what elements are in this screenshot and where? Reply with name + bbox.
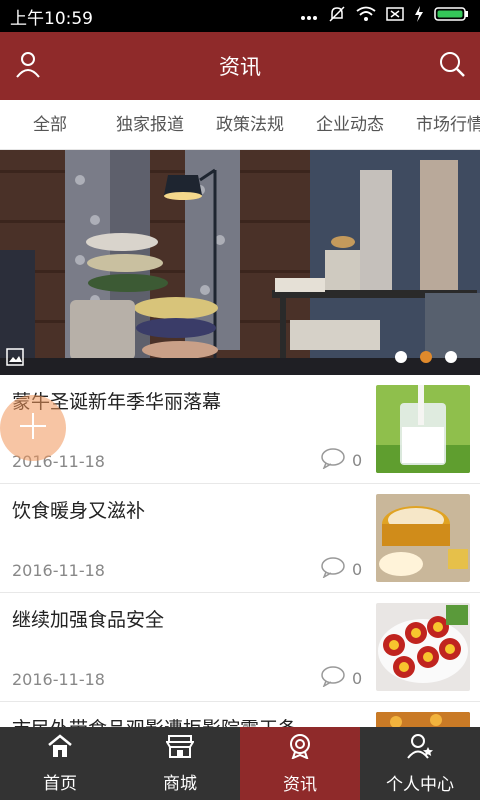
bottom-nav: 首页 商城 资讯 个人中心 — [0, 727, 480, 800]
user-icon[interactable] — [14, 50, 42, 82]
article-title: 市民外带食品观影遭拒影院霸王条 — [12, 714, 362, 727]
comment-count: 0 — [320, 447, 362, 473]
badge-icon — [287, 733, 313, 764]
list-item[interactable]: 市民外带食品观影遭拒影院霸王条 — [0, 702, 480, 727]
search-icon[interactable] — [438, 50, 466, 82]
comment-count: 0 — [320, 665, 362, 691]
article-title: 饮食暖身又滋补 — [12, 500, 146, 522]
page-title: 资讯 — [219, 55, 261, 79]
mute-icon — [328, 5, 346, 28]
carousel-dot[interactable] — [395, 351, 407, 363]
list-item[interactable]: 饮食暖身又滋补 2016-11-18 0 — [0, 484, 480, 593]
nav-news[interactable]: 资讯 — [240, 727, 360, 800]
comment-icon — [320, 556, 346, 582]
tab-all[interactable]: 全部 — [0, 100, 100, 149]
status-bar: 上午10:59 — [0, 0, 480, 32]
article-date: 2016-11-18 — [12, 670, 105, 689]
comment-icon — [320, 665, 346, 691]
comment-count: 0 — [320, 556, 362, 582]
article-thumbnail — [376, 603, 470, 691]
nav-label: 商城 — [163, 773, 197, 794]
nav-store[interactable]: 商城 — [120, 727, 240, 800]
plus-icon — [16, 404, 50, 453]
article-title: 蒙牛圣诞新年季华丽落幕 — [12, 391, 222, 413]
comment-icon — [320, 447, 346, 473]
nav-label: 资讯 — [283, 774, 317, 795]
article-date: 2016-11-18 — [12, 561, 105, 580]
nav-profile[interactable]: 个人中心 — [360, 727, 480, 800]
nav-label: 首页 — [43, 773, 77, 794]
article-thumbnail — [376, 385, 470, 473]
status-icons — [300, 5, 470, 28]
home-icon — [47, 733, 73, 763]
store-icon — [165, 734, 195, 763]
nav-label: 个人中心 — [386, 774, 454, 795]
article-title: 继续加强食品安全 — [12, 609, 165, 631]
dots-icon — [300, 6, 318, 26]
hero-carousel[interactable] — [0, 150, 480, 375]
comment-number: 0 — [352, 559, 363, 579]
carousel-dots — [395, 351, 457, 363]
list-item[interactable]: 继续加强食品安全 2016-11-18 0 — [0, 593, 480, 702]
category-tabs: 全部 独家报道 政策法规 企业动态 市场行情 — [0, 100, 480, 150]
gallery-icon — [6, 348, 24, 370]
wifi-icon — [356, 6, 376, 27]
nav-home[interactable]: 首页 — [0, 727, 120, 800]
charge-icon — [414, 5, 424, 27]
comment-number: 0 — [352, 668, 363, 688]
app-bar: 资讯 — [0, 32, 480, 100]
carousel-dot[interactable] — [445, 351, 457, 363]
tab-company[interactable]: 企业动态 — [300, 100, 400, 149]
article-list: 蒙牛圣诞新年季华丽落幕 2016-11-18 0 饮食暖身又滋补 2016-11… — [0, 375, 480, 727]
tab-exclusive[interactable]: 独家报道 — [100, 100, 200, 149]
list-item[interactable]: 蒙牛圣诞新年季华丽落幕 2016-11-18 0 — [0, 375, 480, 484]
hero-image — [0, 150, 480, 375]
article-thumbnail — [376, 494, 470, 582]
add-button[interactable] — [0, 395, 66, 461]
tab-market[interactable]: 市场行情 — [400, 100, 480, 149]
carousel-dot-active[interactable] — [420, 351, 432, 363]
article-thumbnail — [376, 712, 470, 727]
tab-policy[interactable]: 政策法规 — [200, 100, 300, 149]
battery-icon — [434, 6, 470, 27]
person-star-icon — [406, 733, 434, 764]
comment-number: 0 — [352, 450, 363, 470]
status-time: 上午10:59 — [10, 8, 93, 29]
sim-icon — [386, 6, 404, 26]
